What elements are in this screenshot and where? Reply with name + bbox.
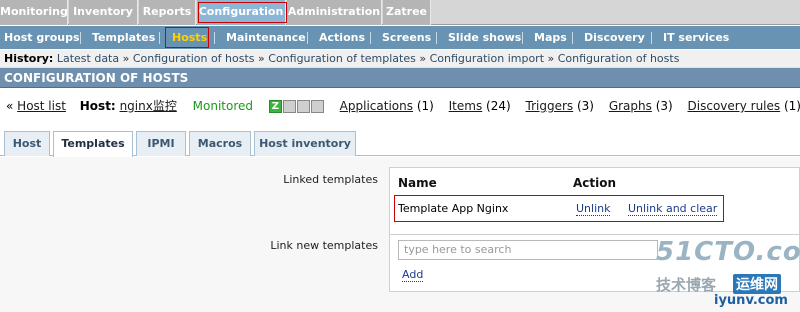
tab-macros[interactable]: Macros	[189, 131, 251, 156]
triggers-count: (3)	[576, 99, 594, 113]
host-label: Host:	[79, 99, 116, 113]
top-menu-zatree[interactable]: Zatree	[383, 0, 431, 25]
template-name: Template App Nginx	[398, 202, 509, 215]
sub-menu-separator	[159, 32, 160, 44]
linked-templates-table: Name Action Template App Nginx Unlink Un…	[389, 167, 800, 237]
tab-ipmi[interactable]: IPMI	[136, 131, 186, 156]
back-prefix: «	[6, 99, 14, 113]
tab-templates[interactable]: Templates	[53, 131, 133, 157]
jmx-unknown-icon	[296, 100, 310, 113]
history-separator: »	[258, 52, 265, 65]
templates-form: Linked templates Name Action Template Ap…	[0, 157, 800, 312]
history-bar: History: Latest data » Configuration of …	[0, 50, 800, 68]
host-info-bar: « Host list Host: nginx监控 Monitored Z Ap…	[0, 92, 800, 120]
sub-menu-separator	[436, 32, 437, 44]
host-list-link[interactable]: Host list	[17, 99, 66, 113]
sub-menu-actions[interactable]: Actions	[319, 26, 365, 49]
watermark-blog: 技术博客	[656, 276, 717, 294]
sub-menu-separator	[572, 32, 573, 44]
unlink-button[interactable]: Unlink	[576, 202, 611, 216]
hosts-highlight-box	[165, 27, 209, 48]
applications-link[interactable]: Applications	[340, 99, 413, 113]
sub-menu: Host groups Templates Hosts Maintenance …	[0, 26, 800, 49]
items-link[interactable]: Items	[449, 99, 483, 113]
sub-menu-separator	[80, 32, 81, 44]
availability-icons: Z	[268, 99, 329, 113]
sub-menu-templates[interactable]: Templates	[92, 26, 155, 49]
sub-menu-screens[interactable]: Screens	[382, 26, 431, 49]
discovery-rules-count: (1)	[783, 99, 800, 113]
history-label: History:	[4, 52, 54, 65]
sub-menu-host-groups[interactable]: Host groups	[4, 26, 80, 49]
sub-menu-maintenance[interactable]: Maintenance	[226, 26, 306, 49]
template-search-input[interactable]: type here to search	[398, 240, 658, 260]
history-entry-configuration-of-hosts-current[interactable]: Configuration of hosts	[558, 52, 680, 65]
sub-menu-separator	[651, 32, 652, 44]
sub-menu-it-services[interactable]: IT services	[663, 26, 729, 49]
form-tabs: Host Templates IPMI Macros Host inventor…	[0, 128, 800, 157]
sub-menu-separator	[370, 32, 371, 44]
sub-menu-discovery[interactable]: Discovery	[584, 26, 645, 49]
sub-menu-separator	[214, 32, 215, 44]
ipmi-unknown-icon	[310, 100, 324, 113]
top-menu-inventory[interactable]: Inventory	[69, 0, 138, 25]
tab-host-inventory[interactable]: Host inventory	[254, 131, 356, 156]
top-menu: Monitoring Inventory Reports Configurati…	[0, 0, 800, 25]
page-title: CONFIGURATION OF HOSTS	[0, 68, 800, 88]
history-separator: »	[419, 52, 427, 65]
host-name-link[interactable]: nginx监控	[120, 99, 177, 113]
graphs-count: (3)	[655, 99, 673, 113]
history-separator: »	[122, 52, 130, 65]
discovery-rules-link[interactable]: Discovery rules	[688, 99, 781, 113]
tab-host[interactable]: Host	[4, 131, 50, 156]
zabbix-agent-available-icon: Z	[268, 100, 282, 113]
top-menu-monitoring[interactable]: Monitoring	[0, 0, 68, 25]
watermark-51cto: 51CTO.com	[656, 237, 800, 267]
snmp-unknown-icon	[282, 100, 296, 113]
items-count: (24)	[486, 99, 511, 113]
unlink-and-clear-button[interactable]: Unlink and clear	[628, 202, 718, 216]
sub-menu-maps[interactable]: Maps	[534, 26, 567, 49]
history-entry-configuration-of-templates[interactable]: Configuration of templates	[268, 52, 416, 65]
host-status[interactable]: Monitored	[193, 99, 253, 113]
graphs-link[interactable]: Graphs	[609, 99, 652, 113]
add-template-button[interactable]: Add	[402, 268, 424, 282]
history-entry-configuration-of-hosts[interactable]: Configuration of hosts	[133, 52, 255, 65]
top-menu-administration[interactable]: Administration	[287, 0, 382, 25]
sub-menu-separator	[307, 32, 308, 44]
applications-count: (1)	[416, 99, 434, 113]
column-name-header: Name	[398, 176, 437, 190]
history-entry-latest-data[interactable]: Latest data	[57, 52, 119, 65]
sub-menu-slide-shows[interactable]: Slide shows	[448, 26, 521, 49]
top-menu-reports[interactable]: Reports	[139, 0, 196, 25]
configuration-highlight-box	[198, 2, 287, 23]
sub-menu-separator	[522, 32, 523, 44]
watermark-yunwei: 运维网	[733, 274, 781, 294]
link-new-templates-label: Link new templates	[270, 239, 378, 252]
triggers-link[interactable]: Triggers	[526, 99, 574, 113]
linked-templates-label: Linked templates	[283, 173, 378, 186]
history-entry-configuration-import[interactable]: Configuration import	[430, 52, 544, 65]
watermark-iyunv: iyunv.com	[714, 293, 788, 308]
column-action-header: Action	[573, 176, 617, 190]
history-separator: »	[547, 52, 555, 65]
